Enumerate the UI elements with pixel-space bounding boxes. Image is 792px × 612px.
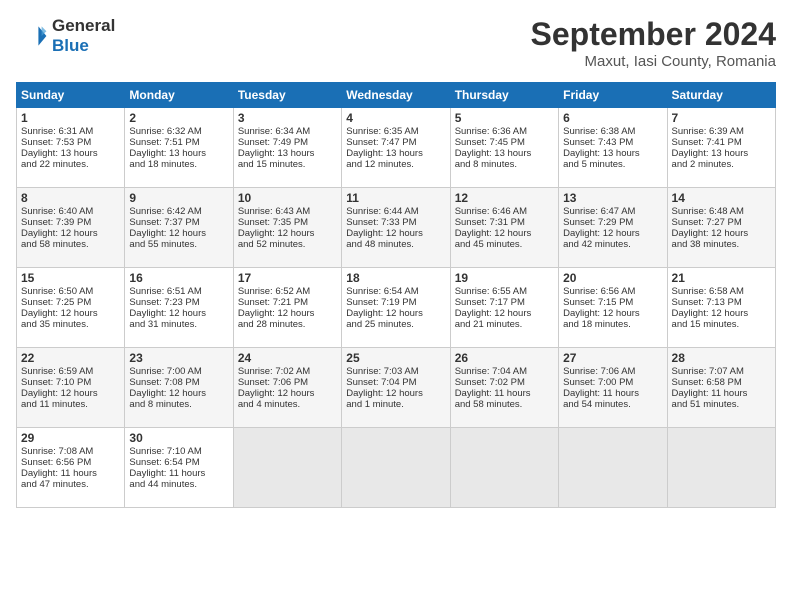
table-row	[450, 428, 558, 508]
table-row: 1Sunrise: 6:31 AMSunset: 7:53 PMDaylight…	[17, 108, 125, 188]
col-saturday: Saturday	[667, 83, 775, 108]
calendar-table: Sunday Monday Tuesday Wednesday Thursday…	[16, 82, 776, 508]
logo: General Blue	[16, 16, 115, 57]
table-row: 26Sunrise: 7:04 AMSunset: 7:02 PMDayligh…	[450, 348, 558, 428]
col-wednesday: Wednesday	[342, 83, 450, 108]
table-row: 5Sunrise: 6:36 AMSunset: 7:45 PMDaylight…	[450, 108, 558, 188]
table-row: 6Sunrise: 6:38 AMSunset: 7:43 PMDaylight…	[559, 108, 667, 188]
page-container: General Blue September 2024 Maxut, Iasi …	[0, 0, 792, 516]
table-row: 8Sunrise: 6:40 AMSunset: 7:39 PMDaylight…	[17, 188, 125, 268]
location: Maxut, Iasi County, Romania	[531, 53, 776, 70]
table-row: 2Sunrise: 6:32 AMSunset: 7:51 PMDaylight…	[125, 108, 233, 188]
col-monday: Monday	[125, 83, 233, 108]
calendar-header-row: Sunday Monday Tuesday Wednesday Thursday…	[17, 83, 776, 108]
header: General Blue September 2024 Maxut, Iasi …	[16, 16, 776, 70]
month-title: September 2024	[531, 16, 776, 53]
table-row: 24Sunrise: 7:02 AMSunset: 7:06 PMDayligh…	[233, 348, 341, 428]
table-row: 23Sunrise: 7:00 AMSunset: 7:08 PMDayligh…	[125, 348, 233, 428]
table-row	[233, 428, 341, 508]
table-row: 4Sunrise: 6:35 AMSunset: 7:47 PMDaylight…	[342, 108, 450, 188]
title-block: September 2024 Maxut, Iasi County, Roman…	[531, 16, 776, 70]
table-row: 11Sunrise: 6:44 AMSunset: 7:33 PMDayligh…	[342, 188, 450, 268]
table-row: 20Sunrise: 6:56 AMSunset: 7:15 PMDayligh…	[559, 268, 667, 348]
table-row: 29Sunrise: 7:08 AMSunset: 6:56 PMDayligh…	[17, 428, 125, 508]
table-row	[667, 428, 775, 508]
table-row: 13Sunrise: 6:47 AMSunset: 7:29 PMDayligh…	[559, 188, 667, 268]
logo-icon	[16, 20, 48, 52]
table-row: 15Sunrise: 6:50 AMSunset: 7:25 PMDayligh…	[17, 268, 125, 348]
table-row: 18Sunrise: 6:54 AMSunset: 7:19 PMDayligh…	[342, 268, 450, 348]
table-row: 19Sunrise: 6:55 AMSunset: 7:17 PMDayligh…	[450, 268, 558, 348]
table-row: 25Sunrise: 7:03 AMSunset: 7:04 PMDayligh…	[342, 348, 450, 428]
table-row	[342, 428, 450, 508]
table-row: 27Sunrise: 7:06 AMSunset: 7:00 PMDayligh…	[559, 348, 667, 428]
table-row: 12Sunrise: 6:46 AMSunset: 7:31 PMDayligh…	[450, 188, 558, 268]
table-row: 10Sunrise: 6:43 AMSunset: 7:35 PMDayligh…	[233, 188, 341, 268]
table-row: 9Sunrise: 6:42 AMSunset: 7:37 PMDaylight…	[125, 188, 233, 268]
table-row: 3Sunrise: 6:34 AMSunset: 7:49 PMDaylight…	[233, 108, 341, 188]
table-row: 28Sunrise: 7:07 AMSunset: 6:58 PMDayligh…	[667, 348, 775, 428]
table-row: 30Sunrise: 7:10 AMSunset: 6:54 PMDayligh…	[125, 428, 233, 508]
col-friday: Friday	[559, 83, 667, 108]
col-sunday: Sunday	[17, 83, 125, 108]
table-row: 17Sunrise: 6:52 AMSunset: 7:21 PMDayligh…	[233, 268, 341, 348]
table-row: 21Sunrise: 6:58 AMSunset: 7:13 PMDayligh…	[667, 268, 775, 348]
table-row: 22Sunrise: 6:59 AMSunset: 7:10 PMDayligh…	[17, 348, 125, 428]
col-thursday: Thursday	[450, 83, 558, 108]
table-row: 14Sunrise: 6:48 AMSunset: 7:27 PMDayligh…	[667, 188, 775, 268]
table-row: 16Sunrise: 6:51 AMSunset: 7:23 PMDayligh…	[125, 268, 233, 348]
logo-text: General Blue	[52, 16, 115, 57]
col-tuesday: Tuesday	[233, 83, 341, 108]
table-row: 7Sunrise: 6:39 AMSunset: 7:41 PMDaylight…	[667, 108, 775, 188]
table-row	[559, 428, 667, 508]
